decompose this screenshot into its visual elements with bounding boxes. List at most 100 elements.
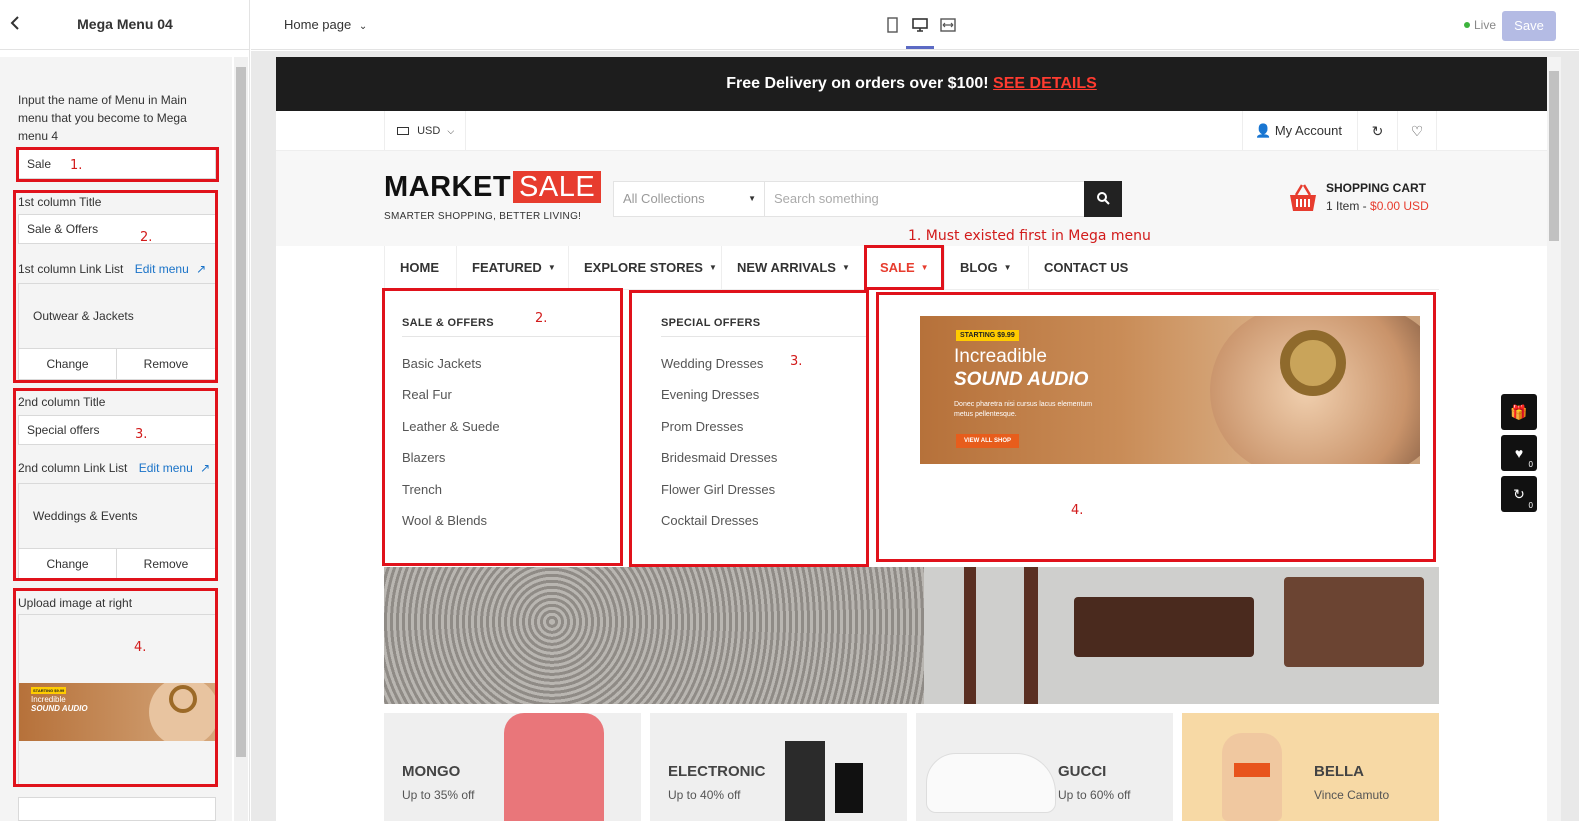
mega-menu-banner[interactable]: STARTING $9.99 Increadible SOUND AUDIO D… xyxy=(920,316,1420,464)
nav-new-arrivals[interactable]: NEW ARRIVALS ▼ xyxy=(721,246,865,290)
col2-link[interactable]: Wedding Dresses xyxy=(661,356,763,371)
col2-link[interactable]: Bridesmaid Dresses xyxy=(661,450,777,465)
annotation-number: 2. xyxy=(140,230,153,245)
col1-title-label: 1st column Title xyxy=(18,195,102,209)
currency-selector[interactable]: USD ⌵ xyxy=(384,111,466,151)
nav-explore-label: EXPLORE STORES xyxy=(584,260,703,275)
hero-image xyxy=(384,567,1439,704)
wishlist-count: 0 xyxy=(1528,460,1533,469)
shopping-basket-icon[interactable] xyxy=(1286,181,1320,215)
my-account-link[interactable]: 👤 My Account xyxy=(1242,111,1357,151)
col2-link[interactable]: Cocktail Dresses xyxy=(661,513,759,528)
heart-icon: ♥ xyxy=(1514,445,1524,461)
search-button[interactable] xyxy=(1084,181,1122,217)
headphones-icon xyxy=(169,685,197,713)
nav-home[interactable]: HOME xyxy=(384,246,454,290)
sidebar-scroll-thumb[interactable] xyxy=(236,67,246,757)
preview-scroll-thumb[interactable] xyxy=(1549,71,1559,241)
nav-featured[interactable]: FEATURED ▼ xyxy=(456,246,571,290)
logo-market: MARKET xyxy=(384,171,512,203)
col2-heading: SPECIAL OFFERS xyxy=(661,317,761,329)
col2-link[interactable]: Flower Girl Dresses xyxy=(661,482,775,497)
live-status: Live xyxy=(1464,18,1496,32)
fullwidth-view-icon[interactable] xyxy=(939,16,957,34)
gift-icon[interactable]: 🎁 xyxy=(1501,394,1537,430)
search-input[interactable]: Search something xyxy=(765,181,1085,217)
col1-change-button[interactable]: Change xyxy=(18,348,117,380)
external-link-icon[interactable]: ↗ xyxy=(196,262,206,276)
category-image xyxy=(504,713,604,821)
logo-tagline: SMARTER SHOPPING, BETTER LIVING! xyxy=(384,211,582,222)
category-name: ELECTRONIC xyxy=(668,763,766,780)
table-leg xyxy=(1024,567,1038,704)
thumb-badge: STARTING $9.99 xyxy=(31,687,67,694)
upload-label: Upload image at right xyxy=(18,596,133,610)
compare-button[interactable]: ↻ 0 xyxy=(1501,476,1537,512)
col1-edit-menu-link[interactable]: Edit menu xyxy=(135,262,189,276)
announcement-text: Free Delivery on orders over $100! xyxy=(726,75,989,92)
cart-items: 1 Item - xyxy=(1326,199,1367,213)
banner-description: Donec pharetra nisi cursus lacus element… xyxy=(954,401,1093,418)
mobile-view-icon[interactable] xyxy=(883,16,901,34)
category-card[interactable]: ELECTRONIC Up to 40% off xyxy=(650,713,907,821)
nav-sale[interactable]: SALE ▼ xyxy=(864,246,944,290)
col2-edit-menu-link[interactable]: Edit menu xyxy=(139,461,193,475)
nav-blog[interactable]: BLOG ▼ xyxy=(944,246,1026,290)
upload-actions-row xyxy=(18,797,216,821)
table-leg xyxy=(964,567,976,704)
headphones-icon xyxy=(1280,330,1346,396)
banner-line1: Increadible xyxy=(954,346,1047,367)
image-upload-area[interactable]: STARTING $9.99 Incredible SOUND AUDIO xyxy=(18,614,216,786)
annotation-number: 4. xyxy=(134,640,147,655)
col2-change-button[interactable]: Change xyxy=(18,548,117,580)
category-subtitle: Up to 40% off xyxy=(668,788,741,802)
see-details-link[interactable]: SEE DETAILS xyxy=(993,75,1097,92)
menu-name-input[interactable]: Sale xyxy=(18,149,216,179)
store-logo[interactable]: MARKET SALE xyxy=(384,171,602,204)
preview-scrollbar[interactable] xyxy=(1547,57,1561,821)
col1-link[interactable]: Trench xyxy=(402,482,442,497)
col2-link[interactable]: Evening Dresses xyxy=(661,387,759,402)
col1-remove-button[interactable]: Remove xyxy=(116,348,216,380)
view-all-shop-button[interactable]: VIEW ALL SHOP xyxy=(956,434,1020,448)
nav-contact-us[interactable]: CONTACT US xyxy=(1028,246,1143,290)
save-button[interactable]: Save xyxy=(1502,11,1556,41)
col2-title-input[interactable]: Special offers xyxy=(18,415,216,445)
col1-link[interactable]: Wool & Blends xyxy=(402,513,487,528)
cart-title[interactable]: SHOPPING CART xyxy=(1326,181,1426,195)
col1-link[interactable]: Leather & Suede xyxy=(402,419,500,434)
user-icon: 👤 xyxy=(1255,123,1272,138)
desktop-view-icon[interactable] xyxy=(911,16,929,34)
category-name: GUCCI xyxy=(1058,763,1107,780)
sidebar-scrollbar[interactable] xyxy=(234,57,248,821)
col2-link[interactable]: Prom Dresses xyxy=(661,419,743,434)
col1-link[interactable]: Basic Jackets xyxy=(402,356,481,371)
col1-link-label-text: 1st column Link List xyxy=(18,262,124,276)
chair-image xyxy=(1074,597,1254,657)
nav-explore-stores[interactable]: EXPLORE STORES ▼ xyxy=(568,246,732,290)
thumb-line1: Incredible xyxy=(31,695,66,704)
category-image xyxy=(926,753,1056,813)
col2-remove-button[interactable]: Remove xyxy=(116,548,216,580)
col1-title-input[interactable]: Sale & Offers xyxy=(18,214,216,244)
nav-featured-label: FEATURED xyxy=(472,260,542,275)
category-card[interactable]: GUCCI Up to 60% off xyxy=(916,713,1173,821)
cart-summary: 1 Item - $0.00 USD xyxy=(1326,199,1429,213)
col2-link-label: 2nd column Link List Edit menu ↗ xyxy=(18,459,210,477)
divider xyxy=(402,336,622,337)
collections-select[interactable]: All Collections ▼ xyxy=(613,181,765,217)
category-card[interactable]: MONGO Up to 35% off xyxy=(384,713,641,821)
currency-label: USD xyxy=(417,125,441,137)
page-selector[interactable]: Home page ⌄ xyxy=(284,17,367,32)
editor-topbar: Home page ⌄ Live Save xyxy=(251,0,1579,50)
external-link-icon[interactable]: ↗ xyxy=(200,461,210,475)
col1-link[interactable]: Blazers xyxy=(402,450,445,465)
caret-down-icon: ▼ xyxy=(547,263,556,272)
storefront: Free Delivery on orders over $100! SEE D… xyxy=(276,57,1547,821)
compare-refresh-icon[interactable]: ↻ xyxy=(1357,111,1397,151)
sidebar-title: Mega Menu 04 xyxy=(77,16,173,32)
category-card[interactable]: BELLA Vince Camuto xyxy=(1182,713,1439,821)
heart-icon[interactable]: ♡ xyxy=(1397,111,1437,151)
wishlist-button[interactable]: ♥ 0 xyxy=(1501,435,1537,471)
col1-link[interactable]: Real Fur xyxy=(402,387,452,402)
